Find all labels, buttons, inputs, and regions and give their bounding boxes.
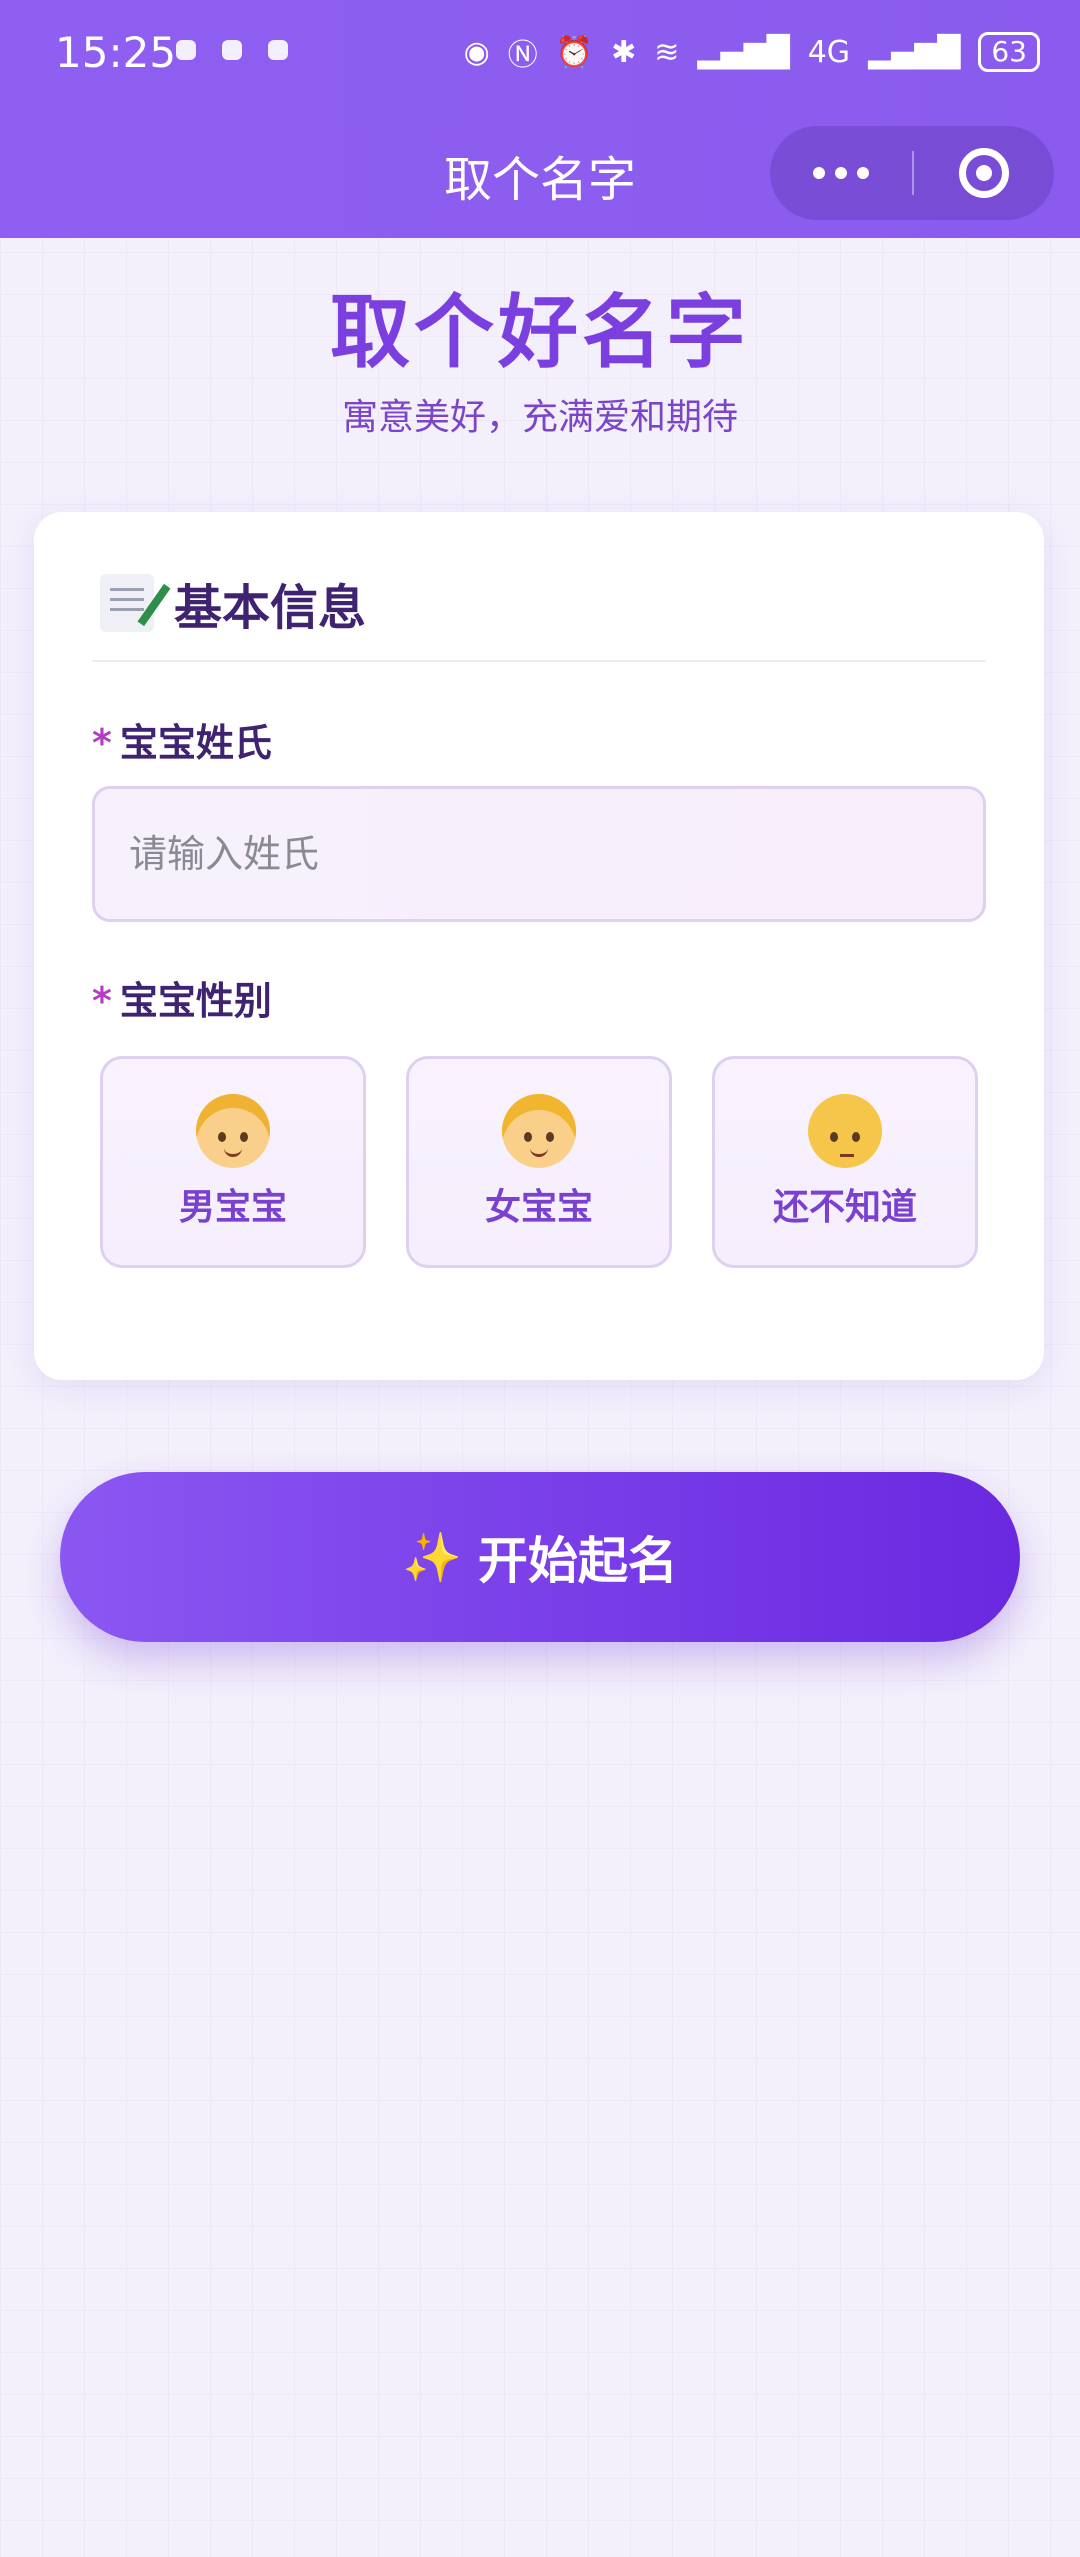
- alarm-icon: ⏰: [555, 34, 594, 70]
- close-target-icon[interactable]: [914, 148, 1054, 198]
- gender-option-boy[interactable]: 男宝宝: [100, 1056, 366, 1268]
- nfc-icon: Ⓝ: [507, 38, 538, 73]
- battery-icon: 63: [978, 32, 1040, 72]
- gender-option-label: 女宝宝: [484, 1187, 593, 1228]
- wifi-icon: ≋: [654, 34, 680, 70]
- bluetooth-icon: ✱: [611, 34, 637, 70]
- thinking-face-icon: [808, 1094, 882, 1168]
- nav-bar: 取个名字: [0, 110, 1080, 238]
- card-header: 基本信息: [100, 568, 366, 638]
- gender-option-label: 还不知道: [772, 1187, 917, 1228]
- gender-label: * 宝宝性别: [92, 970, 272, 1025]
- memo-icon: [100, 574, 154, 632]
- girl-face-icon: [502, 1094, 576, 1168]
- gender-options: 男宝宝 女宝宝 还不知道: [100, 1056, 978, 1268]
- notification-icon: [268, 40, 288, 60]
- start-naming-label: 开始起名: [477, 1532, 678, 1590]
- hero-subtitle: 寓意美好，充满爱和期待: [341, 397, 738, 438]
- notification-icon: [222, 40, 242, 60]
- gender-option-label: 男宝宝: [178, 1187, 287, 1228]
- eye-icon: ◉: [463, 34, 490, 70]
- network-type: 4G: [807, 34, 851, 70]
- gender-option-unknown[interactable]: 还不知道: [712, 1056, 978, 1268]
- notification-icons: [176, 40, 288, 60]
- status-bar: 15:25 ◉ Ⓝ ⏰ ✱ ≋ ▂▄▆█ 4G ▂▄▆█ 63: [0, 0, 1080, 110]
- surname-input[interactable]: 请输入姓氏: [92, 786, 986, 922]
- gender-label-text: 宝宝性别: [119, 979, 272, 1023]
- status-time: 15:25: [55, 28, 177, 77]
- hero-title: 取个好名字: [330, 286, 750, 379]
- required-mark: *: [92, 979, 112, 1023]
- start-naming-button[interactable]: ✨ 开始起名: [60, 1472, 1020, 1642]
- notification-icon: [176, 40, 196, 60]
- surname-label-text: 宝宝姓氏: [119, 721, 272, 765]
- signal-icon: ▂▄▆█: [697, 34, 790, 70]
- card-title: 基本信息: [174, 580, 367, 636]
- status-indicators: ◉ Ⓝ ⏰ ✱ ≋ ▂▄▆█ 4G ▂▄▆█ 63: [464, 30, 1040, 74]
- basic-info-card: 基本信息 * 宝宝姓氏 请输入姓氏 * 宝宝性别 男宝宝 女宝宝 还不知道: [34, 512, 1044, 1380]
- divider: [92, 660, 986, 662]
- more-icon[interactable]: [770, 167, 912, 179]
- signal-icon: ▂▄▆█: [868, 34, 961, 70]
- mini-program-capsule: [770, 126, 1054, 220]
- surname-label: * 宝宝姓氏: [92, 712, 272, 767]
- gender-option-girl[interactable]: 女宝宝: [406, 1056, 672, 1268]
- sparkles-icon: ✨: [402, 1529, 462, 1586]
- required-mark: *: [92, 721, 112, 765]
- boy-face-icon: [196, 1094, 270, 1168]
